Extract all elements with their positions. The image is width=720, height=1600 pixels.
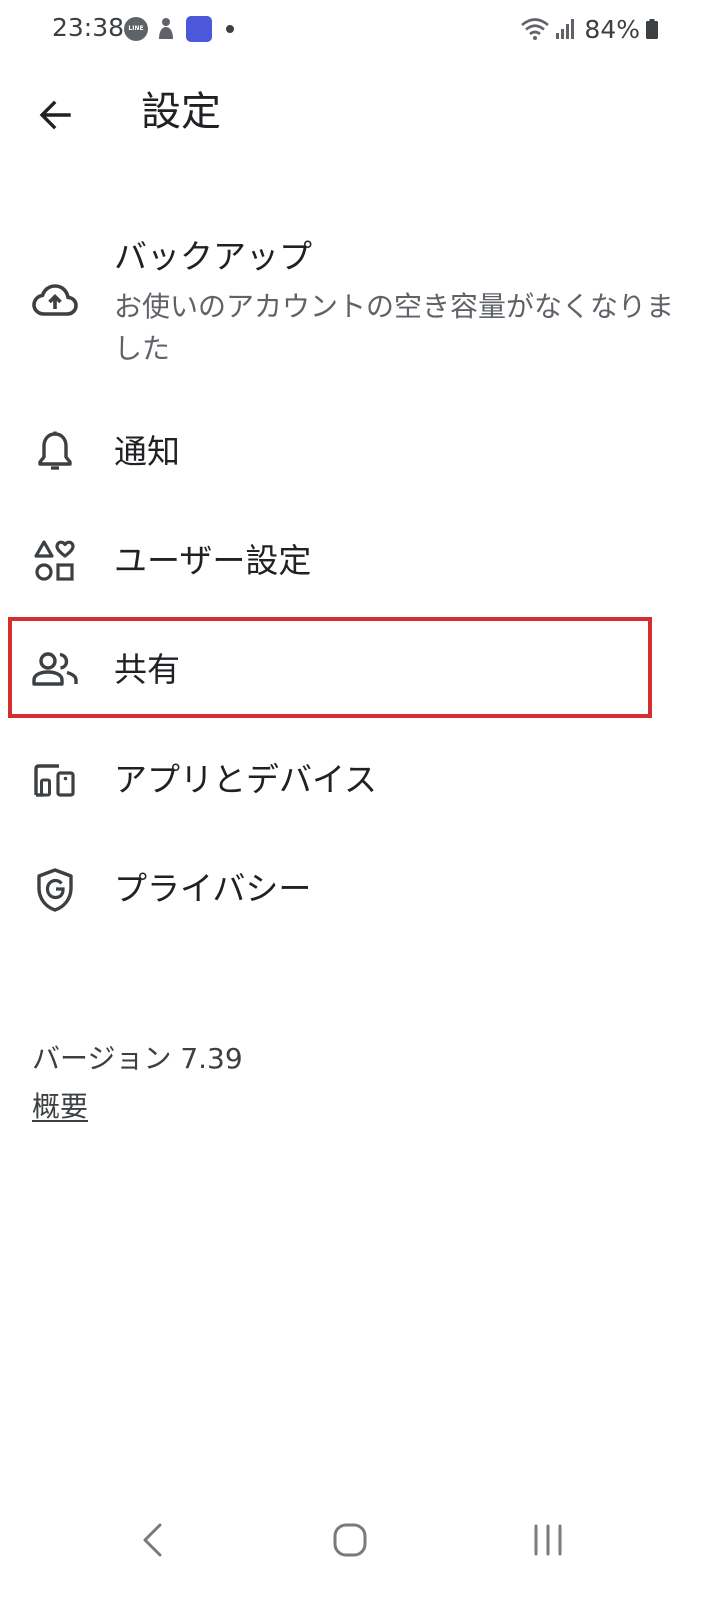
about-link[interactable]: 概要: [32, 1088, 88, 1126]
devices-icon: [30, 755, 80, 805]
navigation-bar: [0, 1480, 720, 1600]
settings-item-backup-subtitle: お使いのアカウントの空き容量がなくなりました: [114, 290, 675, 365]
shield-g-icon: [30, 865, 80, 915]
notification-icons: LINE: [124, 14, 234, 44]
settings-item-privacy-title: プライバシー: [114, 869, 312, 908]
signal-icon: [556, 19, 575, 39]
status-bar: 23:38 LINE 84%: [0, 0, 720, 56]
settings-item-user-settings-title: ユーザー設定: [114, 541, 312, 580]
recents-nav-icon: [534, 1524, 562, 1556]
line-icon: LINE: [124, 17, 148, 41]
recents-nav-button[interactable]: [508, 1500, 588, 1580]
arrow-left-icon: [39, 100, 71, 130]
settings-item-privacy[interactable]: プライバシー: [0, 838, 720, 946]
system-icons: 84%: [520, 14, 658, 44]
settings-item-apps-devices-title: アプリとデバイス: [114, 760, 378, 799]
settings-item-user-settings[interactable]: ユーザー設定: [0, 508, 720, 616]
battery-icon: [646, 19, 658, 39]
status-time: 23:38: [52, 13, 125, 42]
settings-item-sharing[interactable]: 共有: [0, 618, 720, 718]
bell-icon: [30, 427, 80, 477]
cloud-upload-icon: [30, 276, 80, 326]
home-nav-icon: [333, 1523, 367, 1557]
settings-item-notifications-title: 通知: [114, 432, 180, 471]
shapes-icon: [30, 536, 80, 586]
back-button[interactable]: [26, 86, 84, 144]
settings-item-backup[interactable]: バックアップ お使いのアカウントの空き容量がなくなりました: [0, 214, 720, 380]
settings-item-notifications[interactable]: 通知: [0, 398, 720, 506]
home-nav-button[interactable]: [310, 1500, 390, 1580]
version-text: バージョン 7.39: [32, 1042, 243, 1075]
back-nav-icon: [143, 1523, 162, 1557]
line-badge: LINE: [128, 24, 144, 32]
people-icon: [30, 644, 80, 694]
page-title: 設定: [141, 89, 221, 135]
back-nav-button[interactable]: [112, 1500, 192, 1580]
app-icon: [186, 16, 212, 42]
settings-item-sharing-title: 共有: [114, 650, 180, 689]
person-icon: [159, 18, 173, 39]
app-bar: 設定: [0, 60, 720, 170]
wifi-icon: [521, 18, 550, 40]
dot-icon: [226, 25, 234, 33]
settings-item-apps-devices[interactable]: アプリとデバイス: [0, 728, 720, 836]
battery-level: 84%: [584, 14, 640, 44]
settings-item-backup-title: バックアップ: [114, 237, 312, 276]
